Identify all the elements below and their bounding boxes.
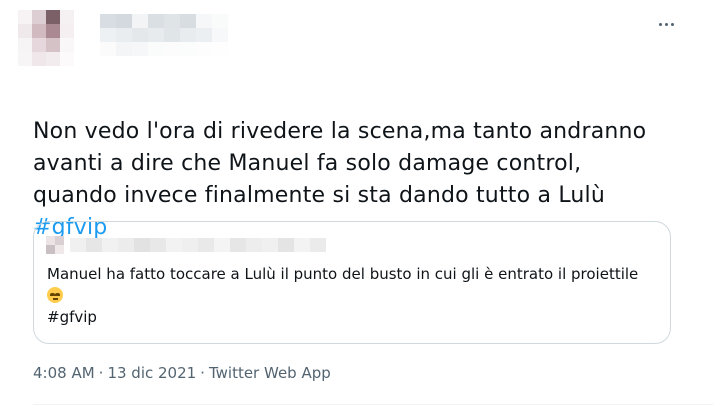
quote-avatar-pixel: [55, 245, 64, 254]
avatar-pixel: [46, 52, 60, 66]
quote-name-pixel: [70, 238, 86, 252]
pensive-face-emoji: [47, 287, 63, 303]
quote-name-pixel: [182, 238, 198, 252]
tweet-date: 13 dic 2021: [107, 364, 197, 382]
quote-name-pixel: [102, 238, 118, 252]
quoted-author-name-blurred: [70, 238, 326, 252]
quote-name-pixel: [310, 238, 326, 252]
quote-name-pixel: [150, 238, 166, 252]
tweet-time: 4:08 AM: [33, 364, 95, 382]
tweet-source-link[interactable]: Twitter Web App: [209, 364, 331, 382]
name-pixel: [212, 42, 228, 56]
avatar-pixel: [32, 24, 46, 38]
tweet-avatar[interactable]: [18, 10, 74, 66]
name-pixel: [148, 28, 164, 42]
quote-name-pixel: [86, 238, 102, 252]
name-pixel: [100, 28, 116, 42]
quote-name-pixel: [214, 238, 230, 252]
quoted-tweet-avatar: [46, 236, 64, 254]
name-pixel: [132, 14, 148, 28]
divider: [33, 404, 713, 405]
quote-name-pixel: [246, 238, 262, 252]
name-pixel: [180, 28, 196, 42]
name-pixel: [100, 14, 116, 28]
quote-name-pixel: [294, 238, 310, 252]
name-pixel: [148, 42, 164, 56]
name-pixel: [132, 28, 148, 42]
quote-name-pixel: [230, 238, 246, 252]
name-pixel: [148, 14, 164, 28]
name-pixel: [164, 42, 180, 56]
avatar-pixel: [18, 10, 32, 24]
avatar-pixel: [60, 10, 74, 24]
avatar-pixel: [32, 38, 46, 52]
avatar-pixel: [18, 38, 32, 52]
name-pixel: [164, 28, 180, 42]
more-horizontal-icon: [658, 22, 674, 26]
avatar-pixel: [60, 52, 74, 66]
name-pixel: [180, 14, 196, 28]
quote-name-pixel: [262, 238, 278, 252]
avatar-pixel: [32, 10, 46, 24]
name-pixel: [116, 28, 132, 42]
quote-name-pixel: [118, 238, 134, 252]
quoted-tweet[interactable]: Manuel ha fatto toccare a Lulù il punto …: [33, 221, 671, 344]
name-pixel: [196, 42, 212, 56]
name-pixel: [212, 28, 228, 42]
quote-name-pixel: [166, 238, 182, 252]
name-pixel: [196, 28, 212, 42]
name-pixel: [116, 42, 132, 56]
tweet-time-link[interactable]: 4:08 AM · 13 dic 2021: [33, 364, 196, 382]
quote-avatar-pixel: [46, 245, 55, 254]
name-pixel: [164, 14, 180, 28]
quoted-tweet-text: Manuel ha fatto toccare a Lulù il punto …: [47, 265, 639, 283]
quote-name-pixel: [134, 238, 150, 252]
name-pixel: [212, 14, 228, 28]
quoted-tweet-hashtag: #gfvip: [47, 308, 97, 326]
quote-name-pixel: [278, 238, 294, 252]
tweet-metadata: 4:08 AM · 13 dic 2021 · Twitter Web App: [33, 364, 331, 382]
avatar-pixel: [18, 24, 32, 38]
avatar-pixel: [46, 24, 60, 38]
more-options-button[interactable]: [653, 14, 679, 34]
quote-avatar-pixel: [55, 236, 64, 245]
author-name-blurred[interactable]: [100, 14, 228, 56]
quoted-tweet-body: Manuel ha fatto toccare a Lulù il punto …: [47, 264, 657, 328]
quote-avatar-pixel: [46, 236, 55, 245]
tweet-text: Non vedo l'ora di rivedere la scena,ma t…: [33, 119, 647, 208]
name-pixel: [100, 42, 116, 56]
avatar-pixel: [46, 38, 60, 52]
name-pixel: [196, 14, 212, 28]
avatar-pixel: [32, 52, 46, 66]
avatar-pixel: [18, 52, 32, 66]
name-pixel: [132, 42, 148, 56]
avatar-pixel: [46, 10, 60, 24]
avatar-pixel: [60, 38, 74, 52]
name-pixel: [180, 42, 196, 56]
avatar-pixel: [60, 24, 74, 38]
quote-name-pixel: [198, 238, 214, 252]
name-pixel: [116, 14, 132, 28]
